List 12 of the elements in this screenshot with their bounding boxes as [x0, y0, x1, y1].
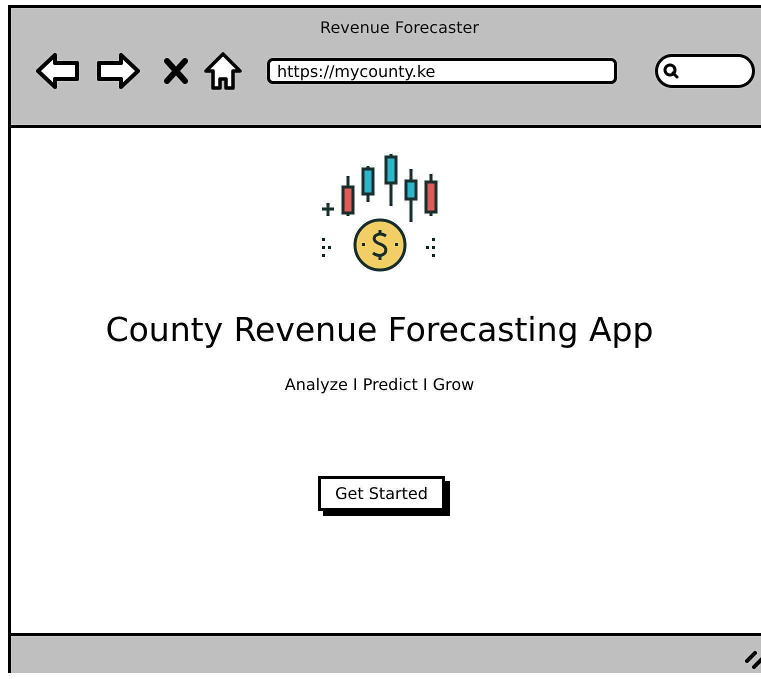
candlestick-coin-icon: [322, 154, 438, 274]
close-icon[interactable]: [163, 57, 189, 85]
search-field[interactable]: [655, 54, 755, 88]
window-title: Revenue Forecaster: [320, 18, 479, 37]
tagline: Analyze I Predict I Grow: [284, 375, 474, 394]
forward-arrow-icon[interactable]: [95, 51, 141, 91]
search-icon: [662, 62, 680, 80]
address-field[interactable]: https://mycounty.ke: [267, 58, 617, 84]
resize-grip-icon[interactable]: [744, 649, 761, 669]
app-heading: County Revenue Forecasting App: [106, 310, 654, 349]
home-icon[interactable]: [203, 51, 243, 91]
back-arrow-icon[interactable]: [35, 51, 81, 91]
